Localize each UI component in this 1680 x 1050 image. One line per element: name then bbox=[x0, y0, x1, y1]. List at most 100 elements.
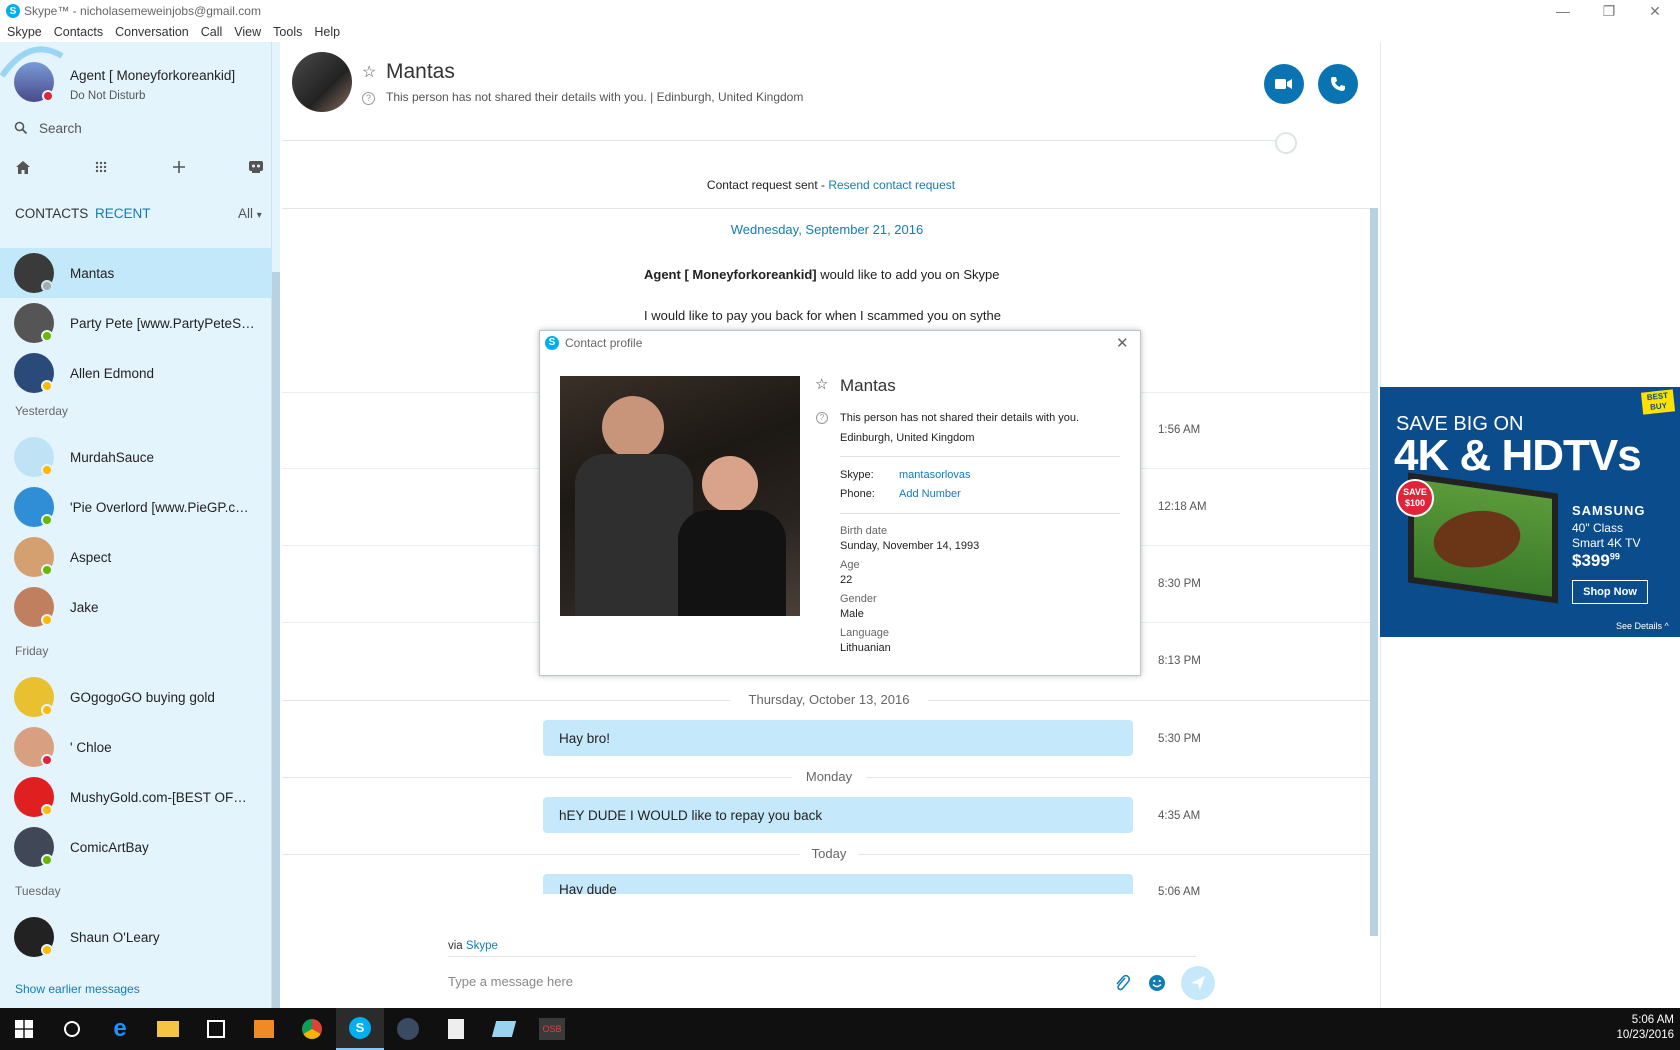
see-details-link[interactable]: See Details ^ bbox=[1616, 621, 1669, 631]
globe-icon[interactable] bbox=[1275, 132, 1297, 154]
via-skype-link[interactable]: Skype bbox=[466, 940, 498, 952]
presence-status-icon bbox=[41, 564, 53, 576]
taskbar-store[interactable] bbox=[192, 1008, 240, 1050]
menu-skype[interactable]: Skype bbox=[7, 25, 42, 39]
close-window-button[interactable]: ✕ bbox=[1632, 0, 1678, 22]
search-icon bbox=[14, 121, 28, 135]
taskbar-osb[interactable]: OSB bbox=[528, 1008, 576, 1050]
cortana-button[interactable] bbox=[48, 1008, 96, 1050]
send-button[interactable] bbox=[1181, 966, 1215, 1000]
section-header: Tuesday bbox=[15, 884, 61, 898]
my-profile[interactable]: Agent [ Moneyforkoreankid] Do Not Distur… bbox=[0, 42, 272, 112]
birth-date-value: Sunday, November 14, 1993 bbox=[840, 540, 980, 552]
bot-icon[interactable] bbox=[247, 159, 265, 174]
taskbar-calculator[interactable] bbox=[432, 1008, 480, 1050]
contact-item[interactable]: Shaun O'Leary bbox=[0, 912, 272, 962]
menu-view[interactable]: View bbox=[234, 25, 261, 39]
menu-help[interactable]: Help bbox=[314, 25, 340, 39]
contact-item[interactable]: Jake bbox=[0, 582, 272, 632]
save-badge: SAVE $100 bbox=[1396, 479, 1434, 517]
contact-profile-dialog: S Contact profile ✕ ☆ Mantas ? This pers… bbox=[539, 330, 1141, 676]
contact-item[interactable]: Allen Edmond bbox=[0, 348, 272, 398]
contact-item[interactable]: MurdahSauce bbox=[0, 432, 272, 482]
contact-name: Shaun O'Leary bbox=[70, 929, 160, 945]
search-box[interactable]: Search bbox=[14, 116, 264, 140]
show-earlier-messages-link[interactable]: Show earlier messages bbox=[15, 982, 140, 996]
skype-id-value[interactable]: mantasorlovas bbox=[899, 469, 971, 481]
chat-scroll-thumb[interactable] bbox=[1370, 208, 1378, 936]
contact-item[interactable]: GOgogoGO buying gold bbox=[0, 672, 272, 722]
contact-name: Aspect bbox=[70, 549, 112, 565]
taskbar-explorer[interactable] bbox=[144, 1008, 192, 1050]
video-call-button[interactable] bbox=[1264, 64, 1304, 104]
contact-item[interactable]: Aspect bbox=[0, 532, 272, 582]
sidebar-scroll-thumb[interactable] bbox=[272, 272, 280, 1008]
menu-conversation[interactable]: Conversation bbox=[115, 25, 189, 39]
home-icon[interactable] bbox=[15, 160, 31, 175]
resend-request-link[interactable]: Resend contact request bbox=[828, 178, 955, 192]
menu-bar: Skype Contacts Conversation Call View To… bbox=[0, 22, 1680, 42]
section-header: Friday bbox=[15, 644, 49, 658]
add-number-link[interactable]: Add Number bbox=[899, 488, 961, 500]
filter-all-dropdown[interactable]: All ▾ bbox=[238, 206, 262, 221]
banner-divider bbox=[282, 208, 1372, 209]
date-separator: Thursday, October 13, 2016 bbox=[730, 692, 928, 707]
message-bubble[interactable]: Hay dude bbox=[543, 874, 1133, 894]
date-separator: Monday bbox=[792, 769, 866, 784]
restore-button[interactable]: ❐ bbox=[1586, 0, 1632, 22]
ad-price-cents: 99 bbox=[1609, 551, 1620, 562]
star-icon[interactable]: ☆ bbox=[815, 375, 828, 393]
menu-call[interactable]: Call bbox=[201, 25, 223, 39]
presence-status-icon bbox=[41, 330, 53, 342]
input-divider bbox=[448, 956, 1196, 957]
message-time: 5:30 PM bbox=[1158, 733, 1201, 745]
start-button[interactable] bbox=[0, 1008, 48, 1050]
tab-contacts[interactable]: CONTACTS bbox=[15, 206, 88, 221]
close-icon[interactable]: ✕ bbox=[1116, 334, 1129, 352]
menu-contacts[interactable]: Contacts bbox=[54, 25, 103, 39]
request-message-body: I would like to pay you back for when I … bbox=[644, 308, 1001, 323]
message-bubble[interactable]: hEY DUDE I WOULD like to repay you back bbox=[543, 797, 1133, 833]
dialpad-icon[interactable] bbox=[95, 161, 107, 173]
message-bubble[interactable]: Hay bro! bbox=[543, 720, 1133, 756]
message-time: 4:35 AM bbox=[1158, 810, 1201, 822]
taskbar-chrome[interactable] bbox=[288, 1008, 336, 1050]
message-input[interactable]: Type a message here bbox=[448, 974, 573, 989]
message-time: 5:06 AM bbox=[1158, 886, 1201, 898]
window-title: Skype™ - nicholasemeweinjobs@gmail.com bbox=[24, 4, 261, 18]
shop-now-button[interactable]: Shop Now bbox=[1572, 580, 1648, 604]
presence-status-icon bbox=[41, 944, 53, 956]
contact-item[interactable]: MushyGold.com-[BEST OFFER... bbox=[0, 772, 272, 822]
emoticon-icon[interactable] bbox=[1148, 974, 1166, 992]
taskbar-steam[interactable] bbox=[384, 1008, 432, 1050]
birth-date-label: Birth date bbox=[840, 525, 888, 537]
via-label: via Skype bbox=[448, 940, 498, 952]
gender-value: Male bbox=[840, 608, 864, 620]
contact-item[interactable]: ' Chloe bbox=[0, 722, 272, 772]
taskbar-media[interactable] bbox=[240, 1008, 288, 1050]
contact-avatar[interactable] bbox=[292, 52, 352, 112]
sidebar-scrollbar[interactable] bbox=[272, 42, 280, 1008]
contact-request-banner: Contact request sent - Resend contact re… bbox=[282, 178, 1380, 192]
profile-divider bbox=[840, 513, 1120, 514]
voice-call-button[interactable] bbox=[1318, 64, 1358, 104]
star-icon[interactable]: ☆ bbox=[362, 62, 376, 82]
contact-item[interactable]: Party Pete [www.PartyPeteSho... bbox=[0, 298, 272, 348]
ad-price-dollars: $399 bbox=[1572, 551, 1610, 570]
taskbar-notes[interactable] bbox=[480, 1008, 528, 1050]
ad-desc-2: Smart 4K TV bbox=[1572, 536, 1641, 550]
minimize-button[interactable]: — bbox=[1540, 0, 1586, 22]
contact-item[interactable]: ComicArtBay bbox=[0, 822, 272, 872]
contact-item[interactable]: Mantas bbox=[0, 248, 272, 298]
taskbar-edge[interactable]: e bbox=[96, 1008, 144, 1050]
menu-tools[interactable]: Tools bbox=[273, 25, 302, 39]
tab-recent[interactable]: RECENT bbox=[95, 206, 151, 221]
contact-name: MushyGold.com-[BEST OFFER... bbox=[70, 789, 255, 805]
system-clock[interactable]: 5:06 AM 10/23/2016 bbox=[1600, 1013, 1674, 1043]
taskbar-skype[interactable]: S bbox=[336, 1008, 384, 1050]
advertisement-banner[interactable]: BEST BUY SAVE BIG ON 4K & HDTVs SAVE $10… bbox=[1380, 387, 1680, 637]
contact-item[interactable]: 'Pie Overlord [www.PieGP.com... bbox=[0, 482, 272, 532]
add-icon[interactable] bbox=[172, 160, 186, 174]
attachment-icon[interactable] bbox=[1114, 974, 1130, 992]
my-status[interactable]: Do Not Disturb bbox=[70, 90, 145, 102]
